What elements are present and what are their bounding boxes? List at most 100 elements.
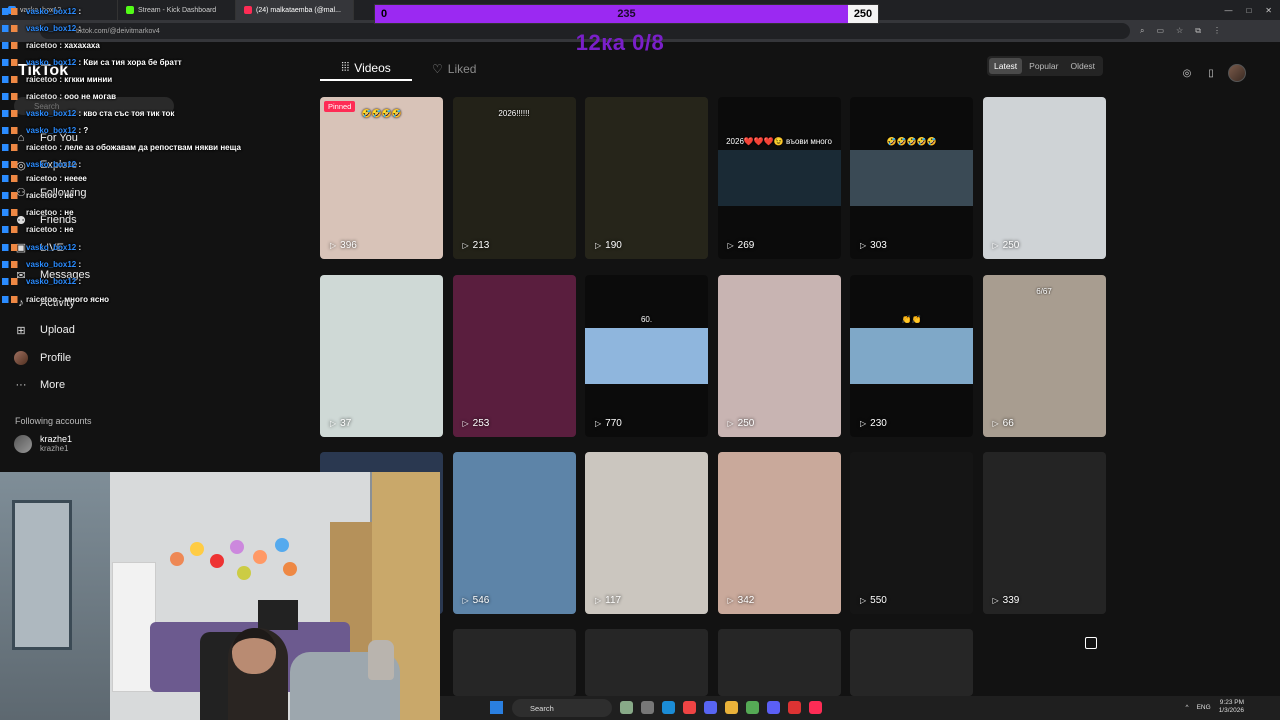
video-card[interactable]: 2026!!!!!! ▷ 213 (452, 97, 576, 259)
video-card[interactable] (717, 629, 841, 696)
taskbar-search[interactable]: Search (512, 699, 612, 717)
chat-username: raicetoo (26, 75, 58, 84)
browser-tab[interactable]: Stream - Kick Dashboard (118, 0, 236, 20)
windows-start-icon[interactable] (490, 701, 503, 714)
video-card[interactable]: 60. ▷ 770 (585, 274, 708, 437)
chat-text: много ясно (64, 295, 110, 304)
video-card[interactable]: ▷ 250 (717, 274, 841, 437)
chat-username: vasko_box12 (26, 260, 77, 269)
clock[interactable]: 9:23 PM 1/3/2026 (1219, 699, 1244, 715)
chat-message: raicetoo : не (2, 191, 74, 200)
video-card[interactable] (452, 629, 576, 696)
video-card[interactable]: 🤣🤣🤣🤣 Pinned ▷ 396 (320, 97, 443, 259)
cast-icon[interactable]: ▭ (1156, 26, 1164, 36)
chat-badges (2, 209, 24, 217)
video-card[interactable]: ▷ 550 (850, 452, 973, 614)
chat-message: raicetoo : много ясно (2, 295, 109, 304)
app-icon[interactable] (620, 701, 633, 714)
app-icon[interactable] (641, 701, 654, 714)
app-icon[interactable] (746, 701, 759, 714)
lang-indicator[interactable]: ENG (1197, 704, 1211, 711)
video-card[interactable] (585, 629, 708, 696)
browser-tab[interactable]: (24) malkataemba (@mal... (236, 0, 354, 20)
chat-badges (2, 42, 24, 50)
play-icon: ▷ (727, 418, 734, 428)
video-views: ▷ 339 (993, 595, 1020, 606)
avatar[interactable] (1228, 64, 1246, 82)
chat-message: vasko_box12 : (2, 277, 81, 286)
sort-oldest-button[interactable]: Oldest (1065, 58, 1100, 74)
app-icon[interactable] (662, 701, 675, 714)
chat-message: vasko_box12 : (2, 260, 81, 269)
avatar (14, 434, 32, 453)
sidebar-item-upload[interactable]: ⊞ Upload (14, 317, 214, 345)
chat-badges (2, 226, 24, 234)
app-icon[interactable] (683, 701, 696, 714)
video-caption: 60. (640, 314, 653, 324)
following-account[interactable]: krazhe1 krazhe1 (14, 434, 72, 453)
tab-favicon (126, 6, 134, 14)
video-views: ▷ 269 (728, 240, 755, 251)
menu-icon[interactable]: ⋮ (1213, 26, 1221, 36)
close-icon[interactable]: ✕ (1265, 6, 1272, 15)
chat-separator: : (76, 7, 82, 16)
system-tray: ^ ENG 9:23 PM 1/3/2026 (1186, 699, 1244, 715)
video-card[interactable]: ▷ 190 (585, 97, 708, 259)
sticker (275, 538, 289, 552)
app-icon[interactable] (788, 701, 801, 714)
chat-badges (2, 144, 24, 152)
tab-liked[interactable]: ♡ Liked (432, 56, 492, 81)
view-count: 250 (1002, 240, 1020, 251)
chat-username: vasko_box12 (26, 109, 77, 118)
video-card[interactable]: ▷ 339 (982, 452, 1106, 614)
video-card[interactable]: 👏👏 ▷ 230 (850, 274, 973, 437)
sort-popular-button[interactable]: Popular (1024, 58, 1063, 74)
sort-latest-button[interactable]: Latest (989, 58, 1023, 74)
play-icon: ▷ (330, 241, 337, 250)
app-icon[interactable] (767, 701, 780, 714)
chat-username: vasko_box12 (26, 243, 77, 252)
view-count: 190 (605, 240, 622, 251)
video-card[interactable]: 2026❤️❤️❤️😉 въови много ▷ 269 (717, 97, 841, 259)
video-card[interactable]: ▷ 117 (585, 452, 708, 614)
sidebar-item-profile[interactable]: Profile (14, 344, 214, 372)
chat-separator: : (76, 277, 82, 286)
video-card[interactable] (850, 629, 973, 696)
video-card[interactable]: ▷ 37 (320, 274, 443, 437)
app-icon[interactable] (725, 701, 738, 714)
video-caption: 2026❤️❤️❤️😉 въови много (726, 137, 832, 146)
app-icon[interactable] (809, 701, 822, 714)
chat-username: raicetoo (26, 225, 58, 234)
minimize-icon[interactable]: — (1224, 6, 1232, 15)
compass-icon[interactable]: ◎ (1180, 66, 1194, 80)
maximize-icon[interactable]: □ (1246, 6, 1251, 15)
chat-message: raicetoo : леле аз обожавам да репоствам… (2, 143, 241, 152)
play-icon: ▷ (992, 596, 999, 605)
video-card[interactable]: ▷ 546 (452, 452, 576, 614)
video-thumbnail (452, 452, 576, 614)
video-card[interactable]: ▷ 253 (452, 274, 576, 437)
search-icon[interactable]: ⌕ (1140, 26, 1144, 36)
chevron-up-icon[interactable]: ^ (1186, 704, 1189, 711)
video-card[interactable]: 6/67 ▷ 66 (982, 274, 1106, 437)
play-icon: ▷ (595, 596, 602, 605)
star-icon[interactable]: ☆ (1176, 26, 1183, 36)
app-icon[interactable] (704, 701, 717, 714)
goal-text: 12ка 0/8 (575, 30, 665, 55)
video-thumbnail (982, 274, 1106, 437)
video-card[interactable]: 🤣🤣🤣🤣🤣 ▷ 303 (850, 97, 973, 259)
tab-videos[interactable]: ⦙⦙⦙ Videos (320, 56, 412, 81)
expand-icon[interactable] (1085, 637, 1097, 649)
video-inner-frame (717, 150, 841, 206)
chat-badges (2, 76, 24, 84)
sidebar-item-more[interactable]: ··· More (14, 372, 214, 400)
chat-username: vasko_box12 (26, 126, 77, 135)
extensions-icon[interactable]: ⧉ (1195, 26, 1201, 36)
video-card[interactable]: ▷ 250 (982, 97, 1106, 259)
clock-time: 9:23 PM (1219, 699, 1244, 706)
video-card[interactable]: ▷ 342 (717, 452, 841, 614)
chat-message: vasko_box12 : (2, 7, 81, 16)
phone-icon[interactable]: ▯ (1204, 66, 1218, 80)
video-caption: 6/67 (1036, 286, 1052, 296)
webcam-head (232, 628, 276, 674)
